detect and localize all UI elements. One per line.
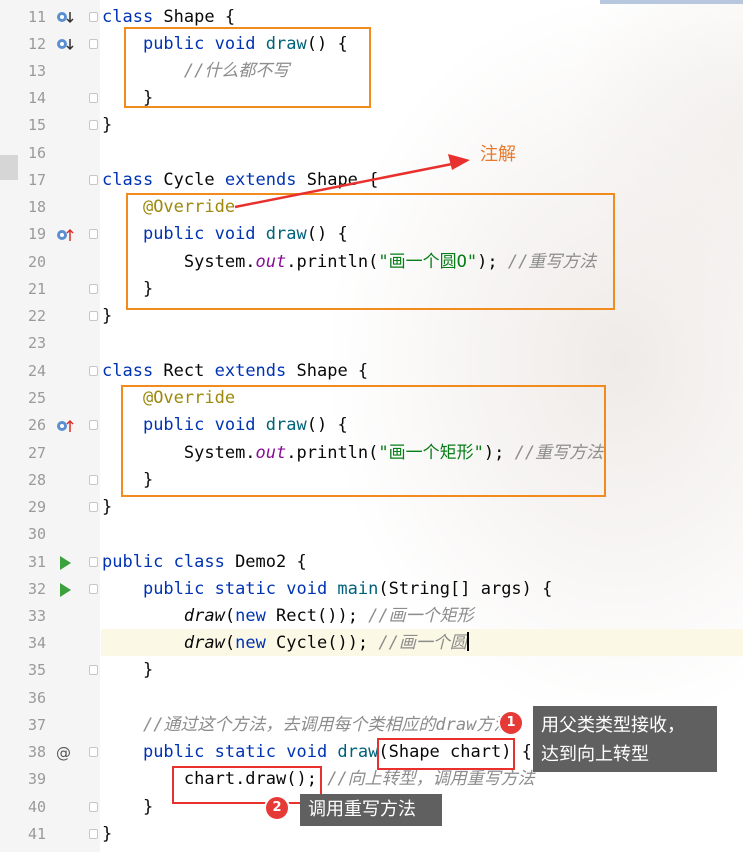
step-badge-1: 1 bbox=[500, 712, 522, 734]
tooltip-line: 调用重写方法 bbox=[308, 799, 416, 820]
tooltip-override-call: 调用重写方法 bbox=[300, 794, 442, 826]
annotation-arrow bbox=[234, 154, 470, 209]
step-badge-2: 2 bbox=[266, 797, 288, 819]
tooltip-upcast: 用父类类型接收， 达到向上转型 bbox=[533, 706, 717, 772]
annotation-label: 注解 bbox=[480, 144, 516, 165]
tooltip-line: 达到向上转型 bbox=[541, 744, 649, 765]
tooltip-line: 用父类类型接收， bbox=[541, 715, 685, 736]
